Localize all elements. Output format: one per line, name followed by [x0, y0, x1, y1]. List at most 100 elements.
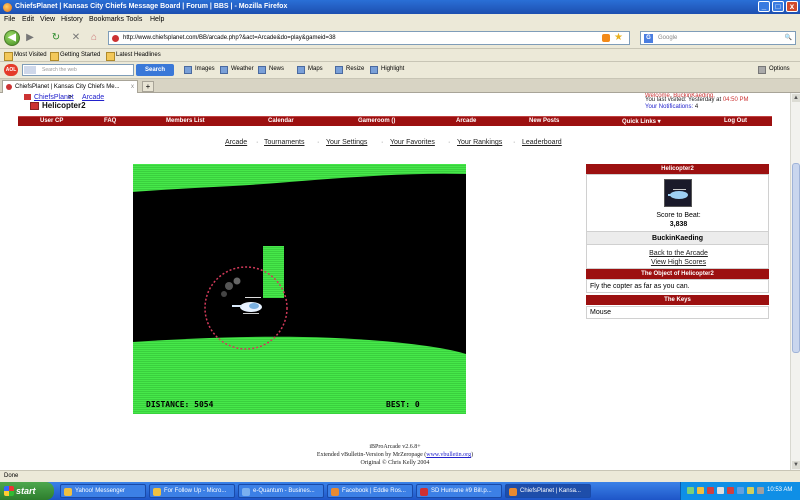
nav-arcade[interactable]: Arcade	[456, 118, 476, 124]
scroll-down-icon[interactable]: ▼	[792, 461, 800, 469]
network-icon[interactable]	[687, 487, 694, 494]
last-visited-time: 04:50 PM	[722, 97, 749, 103]
taskbar-clock[interactable]: 10:53 AM	[767, 487, 792, 493]
toolbar-resize-label: Resize	[346, 66, 365, 72]
power-icon[interactable]	[747, 487, 754, 494]
nav-new-posts[interactable]: New Posts	[529, 118, 559, 124]
minimize-button[interactable]: _	[758, 1, 770, 12]
close-tab-icon[interactable]: x	[131, 81, 134, 93]
menu-edit[interactable]: Edit	[22, 16, 34, 23]
arcade-nav-sep: ·	[448, 139, 451, 146]
menu-bar: File Edit View History Bookmarks Tools H…	[0, 14, 800, 27]
page-content: ChiefsPlanet > Arcade Helicopter2 Welcom…	[0, 93, 790, 470]
antivirus-icon[interactable]	[707, 487, 714, 494]
bookmarks-toolbar: Most Visited Getting Started Latest Head…	[0, 49, 800, 62]
helicopter-game-icon[interactable]	[664, 179, 692, 207]
arcade-nav-arcade[interactable]: Arcade	[225, 139, 247, 146]
nav-gameroom[interactable]: Gameroom ()	[358, 118, 395, 124]
nav-log-out[interactable]: Log Out	[724, 118, 747, 124]
arcade-nav-your-settings[interactable]: Your Settings	[326, 139, 367, 146]
nav-user-cp[interactable]: User CP	[40, 118, 63, 124]
task-yahoo-messenger[interactable]: Yahoo! Messenger	[60, 484, 146, 498]
toolbar-maps[interactable]: Maps	[297, 66, 323, 74]
game-canvas[interactable]: DISTANCE: 5054 BEST: 0	[133, 164, 466, 414]
toolbar-images[interactable]: Images	[184, 66, 215, 74]
back-to-arcade-link[interactable]: Back to the Arcade	[587, 250, 770, 257]
arcade-nav-your-favorites[interactable]: Your Favorites	[390, 139, 435, 146]
toolbar-highlight-label: Highlight	[381, 66, 405, 72]
task-chiefsplanet[interactable]: ChiefsPlanet | Kansa...	[505, 484, 591, 498]
address-bar[interactable]: http://www.chiefsplanet.com/BB/arcade.ph…	[108, 31, 630, 45]
nav-calendar[interactable]: Calendar	[268, 118, 294, 124]
google-icon[interactable]: G	[644, 34, 653, 43]
rss-feed-icon[interactable]	[602, 34, 610, 42]
search-go-icon[interactable]: 🔍	[785, 32, 792, 44]
page-thread-icon	[30, 102, 39, 110]
safely-remove-icon[interactable]	[757, 487, 764, 494]
toolbar-weather[interactable]: Weather	[220, 66, 254, 74]
start-button[interactable]: start	[0, 482, 54, 500]
menu-history[interactable]: History	[61, 16, 83, 23]
aol-toolbar: AOL Search the web Search Images Weather…	[0, 62, 800, 79]
tab-title: ChiefsPlanet | Kansas City Chiefs Me...	[15, 84, 120, 90]
scroll-up-icon[interactable]: ▲	[792, 94, 800, 102]
stop-button[interactable]: ✕	[70, 32, 82, 44]
aol-logo-icon[interactable]: AOL	[4, 64, 18, 76]
toolbar-news[interactable]: News	[258, 66, 284, 74]
menu-tools[interactable]: Tools	[126, 16, 142, 23]
forward-button[interactable]: ▶	[24, 32, 36, 44]
bookmark-most-visited[interactable]: Most Visited	[4, 52, 47, 61]
score-holder[interactable]: BuckinKaeding	[587, 231, 768, 245]
site-favicon	[112, 35, 119, 42]
volume-icon[interactable]	[717, 487, 724, 494]
search-engine-box[interactable]: G Google 🔍	[640, 31, 796, 45]
menu-bookmarks[interactable]: Bookmarks	[89, 16, 124, 23]
vertical-scrollbar[interactable]: ▲ ▼	[790, 93, 800, 470]
toolbar-resize[interactable]: Resize	[335, 66, 365, 74]
arcade-nav-sep: ·	[317, 139, 320, 146]
reload-button[interactable]: ↻	[50, 32, 62, 44]
messenger-tray-icon[interactable]	[697, 487, 704, 494]
task-e-quantum[interactable]: e-Quantum - Busines...	[238, 484, 324, 498]
menu-view[interactable]: View	[40, 16, 55, 23]
arcade-nav-tournaments[interactable]: Tournaments	[264, 139, 304, 146]
footer-copyright: Original © Chris Kelly 2004	[360, 460, 430, 466]
task-outlook[interactable]: For Follow Up - Micro...	[149, 484, 235, 498]
new-tab-button[interactable]: +	[142, 81, 154, 92]
arcade-nav-your-rankings[interactable]: Your Rankings	[457, 139, 502, 146]
last-visited: You last visited: Yesterday at 04:50 PM	[645, 97, 749, 103]
last-visited-label: You last visited: Yesterday at	[645, 97, 722, 103]
toolbar-highlight[interactable]: Highlight	[370, 66, 405, 74]
toolbar-search-input[interactable]: Search the web	[22, 64, 134, 76]
task-facebook[interactable]: Facebook | Eddie Ros...	[327, 484, 413, 498]
bookmark-getting-started[interactable]: Getting Started	[50, 52, 100, 61]
toolbar-search-button[interactable]: Search	[136, 64, 174, 76]
notifications-link[interactable]: Your Notifications: 4	[645, 104, 698, 110]
close-window-button[interactable]: x	[786, 1, 798, 12]
page-title: Helicopter2	[42, 101, 86, 110]
nav-faq[interactable]: FAQ	[104, 118, 116, 124]
vbulletin-link[interactable]: www.vbulletin.org	[426, 452, 471, 458]
scrollbar-thumb[interactable]	[792, 163, 800, 353]
maximize-button[interactable]: □	[772, 1, 784, 12]
toolbar-options-label: Options	[769, 66, 790, 72]
back-button[interactable]: ◀	[4, 30, 20, 46]
update-icon[interactable]	[727, 487, 734, 494]
breadcrumb-arcade-link[interactable]: Arcade	[82, 94, 104, 101]
arcade-nav-leaderboard[interactable]: Leaderboard	[522, 139, 562, 146]
toolbar-options[interactable]: Options	[758, 66, 790, 74]
task-pdf[interactable]: SD Humane #9 Bill.p...	[416, 484, 502, 498]
bookmark-star-icon[interactable]: ★	[614, 32, 623, 43]
nav-quick-links[interactable]: Quick Links ▾	[622, 118, 661, 125]
tab-favicon	[6, 84, 12, 90]
bluetooth-icon[interactable]	[737, 487, 744, 494]
toolbar-weather-label: Weather	[231, 66, 254, 72]
search-scope-dropdown[interactable]	[24, 66, 36, 74]
home-button[interactable]: ⌂	[88, 32, 100, 44]
nav-members-list[interactable]: Members List	[166, 118, 205, 124]
bookmark-latest-headlines[interactable]: Latest Headlines	[106, 52, 161, 61]
view-high-scores-link[interactable]: View High Scores	[587, 259, 770, 266]
menu-help[interactable]: Help	[150, 16, 164, 23]
tab-chiefsplanet[interactable]: ChiefsPlanet | Kansas City Chiefs Me... …	[2, 80, 138, 93]
menu-file[interactable]: File	[4, 16, 15, 23]
